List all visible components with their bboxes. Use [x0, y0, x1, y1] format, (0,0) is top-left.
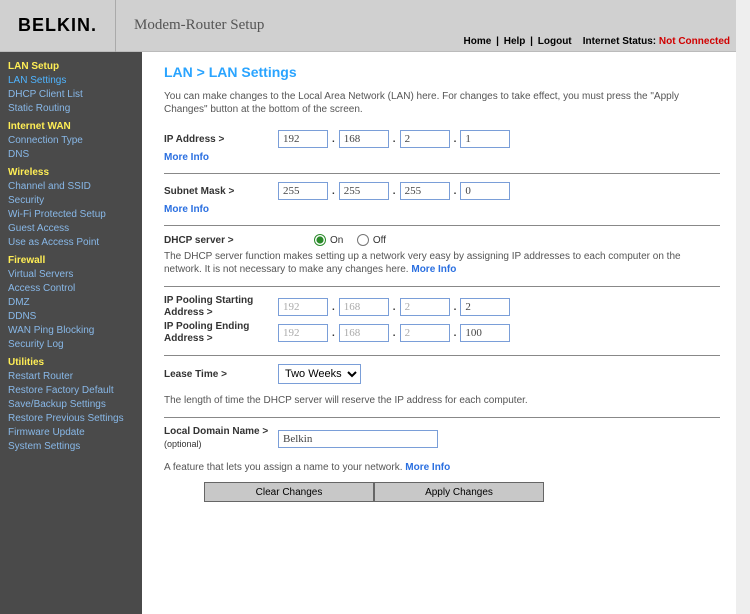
ip-address-label: IP Address >	[164, 134, 274, 145]
ip-dot: .	[393, 302, 396, 313]
sidebar-heading-wireless: Wireless	[8, 166, 134, 180]
domain-more-info[interactable]: More Info	[405, 461, 450, 474]
header-divider	[115, 0, 116, 52]
sidebar-item-security-log[interactable]: Security Log	[8, 338, 134, 352]
pool-end-oct4[interactable]	[460, 324, 510, 342]
ip-dot: .	[454, 134, 457, 145]
sidebar-item-connection-type[interactable]: Connection Type	[8, 134, 134, 148]
sidebar-item-virtual-servers[interactable]: Virtual Servers	[8, 268, 134, 282]
dhcp-more-info[interactable]: More Info	[411, 263, 456, 276]
subnet-oct4[interactable]	[460, 182, 510, 200]
sidebar-item-dns[interactable]: DNS	[8, 148, 134, 162]
ip-address-oct1[interactable]	[278, 130, 328, 148]
ip-dot: .	[332, 302, 335, 313]
local-domain-label: Local Domain Name > (optional)	[164, 426, 274, 451]
pool-start-oct1	[278, 298, 328, 316]
section-divider	[164, 417, 720, 418]
product-title: Modem-Router Setup	[134, 17, 264, 34]
sidebar-item-dhcp-client-list[interactable]: DHCP Client List	[8, 88, 134, 102]
sidebar-item-access-control[interactable]: Access Control	[8, 282, 134, 296]
ip-dot: .	[393, 328, 396, 339]
dhcp-description: The DHCP server function makes setting u…	[164, 250, 720, 276]
sidebar-item-wan-ping-blocking[interactable]: WAN Ping Blocking	[8, 324, 134, 338]
lease-time-select[interactable]: Two Weeks	[278, 364, 361, 384]
ip-pool-start-label: IP Pooling Starting Address >	[164, 295, 274, 319]
sidebar-item-static-routing[interactable]: Static Routing	[8, 102, 134, 116]
nav-sep: |	[528, 36, 535, 47]
dhcp-on-label: On	[330, 235, 343, 246]
pool-end-oct2	[339, 324, 389, 342]
ip-dot: .	[454, 302, 457, 313]
nav-help[interactable]: Help	[504, 36, 526, 47]
ip-dot: .	[332, 328, 335, 339]
sidebar-item-restore-previous-settings[interactable]: Restore Previous Settings	[8, 412, 134, 426]
pool-end-oct3	[400, 324, 450, 342]
lease-time-label: Lease Time >	[164, 369, 274, 380]
subnet-oct3[interactable]	[400, 182, 450, 200]
ip-dot: .	[332, 186, 335, 197]
subnet-more-info[interactable]: More Info	[164, 204, 209, 215]
ip-pool-end-label: IP Pooling Ending Address >	[164, 321, 274, 345]
ip-address-oct4[interactable]	[460, 130, 510, 148]
sidebar: LAN Setup LAN Settings DHCP Client List …	[0, 52, 142, 614]
local-domain-description: A feature that lets you assign a name to…	[164, 461, 720, 474]
lease-time-description: The length of time the DHCP server will …	[164, 394, 720, 407]
sidebar-item-firmware-update[interactable]: Firmware Update	[8, 426, 134, 440]
intro-text: You can make changes to the Local Area N…	[164, 90, 720, 116]
dhcp-off-label: Off	[373, 235, 386, 246]
sidebar-item-dmz[interactable]: DMZ	[8, 296, 134, 310]
dhcp-server-label: DHCP server >	[164, 235, 274, 246]
ip-dot: .	[393, 134, 396, 145]
sidebar-item-channel-ssid[interactable]: Channel and SSID	[8, 180, 134, 194]
breadcrumb: LAN > LAN Settings	[164, 64, 720, 80]
ip-dot: .	[332, 134, 335, 145]
sidebar-item-ddns[interactable]: DDNS	[8, 310, 134, 324]
subnet-mask-label: Subnet Mask >	[164, 186, 274, 197]
subnet-oct2[interactable]	[339, 182, 389, 200]
sidebar-item-lan-settings[interactable]: LAN Settings	[8, 74, 134, 88]
header-bar: BELKIN. Modem-Router Setup Home | Help |…	[0, 0, 736, 52]
apply-changes-button[interactable]: Apply Changes	[374, 482, 544, 502]
internet-status-value: Not Connected	[659, 36, 730, 47]
logo: BELKIN.	[0, 15, 115, 36]
sidebar-heading-internet-wan: Internet WAN	[8, 120, 134, 134]
pool-end-oct1	[278, 324, 328, 342]
sidebar-heading-lan-setup: LAN Setup	[8, 60, 134, 74]
section-divider	[164, 173, 720, 174]
ip-address-oct3[interactable]	[400, 130, 450, 148]
section-divider	[164, 355, 720, 356]
sidebar-item-restore-factory-default[interactable]: Restore Factory Default	[8, 384, 134, 398]
sidebar-item-system-settings[interactable]: System Settings	[8, 440, 134, 454]
content-pane: LAN > LAN Settings You can make changes …	[142, 52, 736, 614]
ip-address-oct2[interactable]	[339, 130, 389, 148]
sidebar-item-security[interactable]: Security	[8, 194, 134, 208]
section-divider	[164, 286, 720, 287]
ip-address-more-info[interactable]: More Info	[164, 152, 209, 163]
top-nav: Home | Help | Logout Internet Status: No…	[464, 36, 730, 47]
nav-sep: |	[494, 36, 501, 47]
pool-start-oct3	[400, 298, 450, 316]
sidebar-item-save-backup-settings[interactable]: Save/Backup Settings	[8, 398, 134, 412]
sidebar-heading-firewall: Firewall	[8, 254, 134, 268]
clear-changes-button[interactable]: Clear Changes	[204, 482, 374, 502]
ip-dot: .	[454, 186, 457, 197]
sidebar-item-wifi-protected-setup[interactable]: Wi-Fi Protected Setup	[8, 208, 134, 222]
pool-start-oct4[interactable]	[460, 298, 510, 316]
sidebar-heading-utilities: Utilities	[8, 356, 134, 370]
dhcp-off-radio[interactable]	[357, 234, 369, 246]
ip-dot: .	[393, 186, 396, 197]
sidebar-item-guest-access[interactable]: Guest Access	[8, 222, 134, 236]
sidebar-item-restart-router[interactable]: Restart Router	[8, 370, 134, 384]
internet-status-label: Internet Status:	[583, 36, 659, 47]
local-domain-input[interactable]	[278, 430, 438, 448]
ip-dot: .	[454, 328, 457, 339]
pool-start-oct2	[339, 298, 389, 316]
sidebar-item-use-as-access-point[interactable]: Use as Access Point	[8, 236, 134, 250]
section-divider	[164, 225, 720, 226]
nav-logout[interactable]: Logout	[538, 36, 572, 47]
subnet-oct1[interactable]	[278, 182, 328, 200]
dhcp-on-radio[interactable]	[314, 234, 326, 246]
nav-home[interactable]: Home	[464, 36, 492, 47]
